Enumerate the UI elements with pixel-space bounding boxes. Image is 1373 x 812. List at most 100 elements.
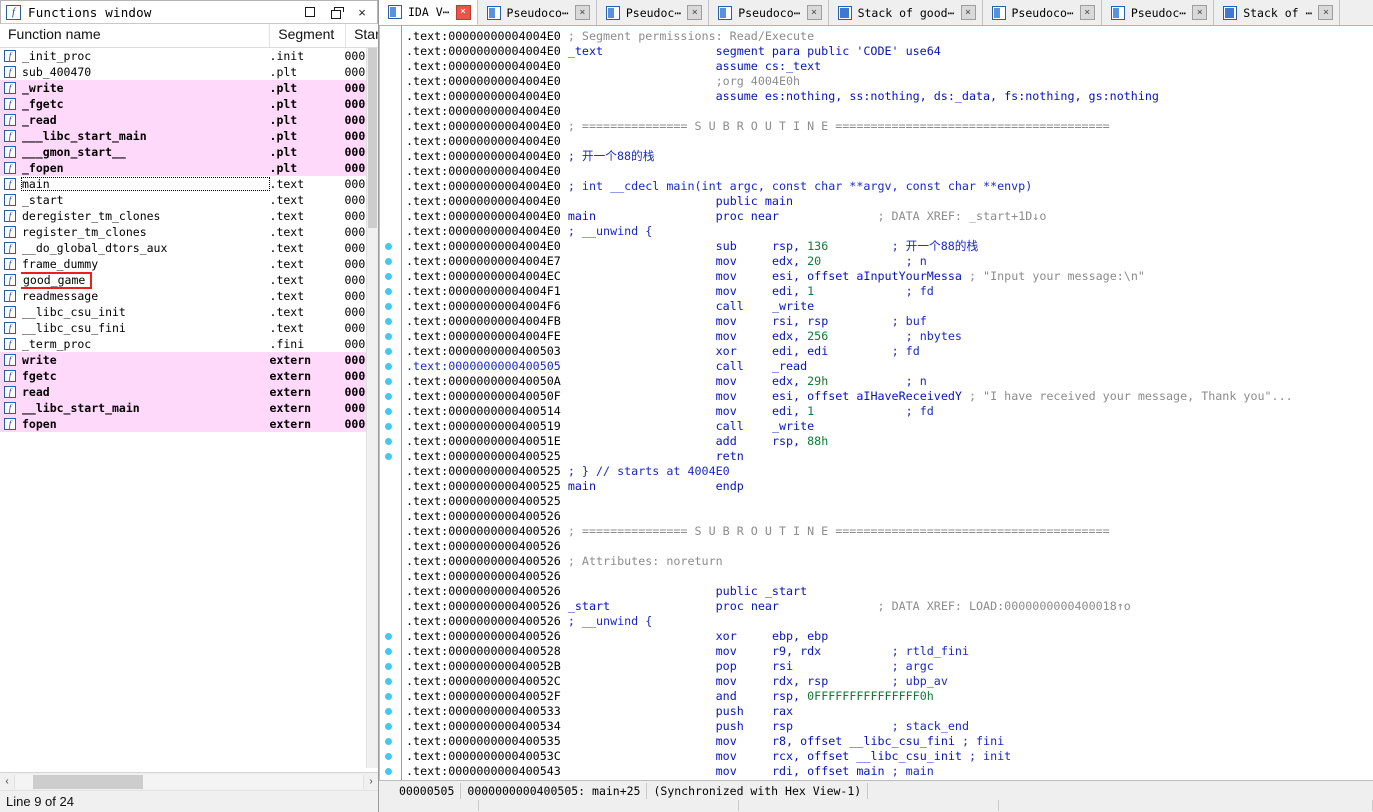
view-tab[interactable]: Pseudoco⋯× <box>983 0 1102 25</box>
disassembly-view[interactable]: .text:00000000004004E0 ; Segment permiss… <box>379 26 1373 780</box>
disassembly-line[interactable]: .text:00000000004004FE mov edx, 256 ; nb… <box>406 329 1373 344</box>
column-header-start[interactable]: Star <box>346 24 378 47</box>
column-header-segment[interactable]: Segment <box>270 24 346 47</box>
disassembly-line[interactable]: .text:0000000000400535 mov r8, offset __… <box>406 734 1373 749</box>
view-tab[interactable]: Pseudoc⋯× <box>597 0 709 25</box>
disassembly-line[interactable]: .text:0000000000400526 ; __unwind { <box>406 614 1373 629</box>
scrollbar-segment[interactable] <box>739 800 999 811</box>
functions-list-horizontal-scrollbar[interactable]: ‹ › <box>0 772 378 790</box>
scrollbar-thumb-horizontal[interactable] <box>33 775 143 789</box>
table-row[interactable]: fsub_400470.plt0000 <box>0 64 378 80</box>
scroll-left-arrow-icon[interactable]: ‹ <box>0 776 14 787</box>
close-icon[interactable]: × <box>456 5 471 20</box>
disassembly-line[interactable]: .text:00000000004004EC mov esi, offset a… <box>406 269 1373 284</box>
disassembly-line[interactable]: .text:00000000004004E7 mov edx, 20 ; n <box>406 254 1373 269</box>
disassembly-line[interactable]: .text:000000000040054A call __libc_start… <box>406 779 1373 780</box>
disassembly-line[interactable]: .text:0000000000400503 xor edi, edi ; fd <box>406 344 1373 359</box>
disassembly-line[interactable]: .text:0000000000400533 push rax <box>406 704 1373 719</box>
column-header-function-name[interactable]: Function name <box>0 24 270 47</box>
disassembly-line[interactable]: .text:000000000040052F and rsp, 0FFFFFFF… <box>406 689 1373 704</box>
view-tab[interactable]: Stack of ⋯× <box>1214 0 1340 25</box>
close-icon[interactable]: × <box>687 5 702 20</box>
disassembly-line[interactable]: .text:0000000000400526 <box>406 509 1373 524</box>
table-row[interactable]: freadextern0000 <box>0 384 378 400</box>
disassembly-line[interactable]: .text:000000000040052B pop rsi ; argc <box>406 659 1373 674</box>
disassembly-line[interactable]: .text:000000000040053C mov rcx, offset _… <box>406 749 1373 764</box>
table-row[interactable]: f___libc_start_main.plt0000 <box>0 128 378 144</box>
table-row[interactable]: f_write.plt0000 <box>0 80 378 96</box>
scrollbar-segment[interactable] <box>999 800 1373 811</box>
disassembly-line[interactable]: .text:0000000000400505 call _read <box>406 359 1373 374</box>
disassembly-line[interactable]: .text:00000000004004E0 sub rsp, 136 ; 开一… <box>406 239 1373 254</box>
table-row[interactable]: f_term_proc.fini0000 <box>0 336 378 352</box>
disassembly-line[interactable]: .text:00000000004004E0 ; int __cdecl mai… <box>406 179 1373 194</box>
functions-list-vertical-scrollbar[interactable] <box>366 48 378 768</box>
disassembly-line[interactable]: .text:00000000004004E0 public main <box>406 194 1373 209</box>
functions-list[interactable]: f_init_proc.init0000fsub_400470.plt0000f… <box>0 48 378 772</box>
disassembly-line[interactable]: .text:0000000000400526 ; ===============… <box>406 524 1373 539</box>
disassembly-line[interactable]: .text:0000000000400534 push rsp ; stack_… <box>406 719 1373 734</box>
disassembly-line[interactable]: .text:0000000000400526 <box>406 539 1373 554</box>
table-row[interactable]: f___gmon_start__.plt0000 <box>0 144 378 160</box>
table-row[interactable]: fderegister_tm_clones.text0000 <box>0 208 378 224</box>
table-row[interactable]: fgood_game.text0000 <box>0 272 378 288</box>
table-row[interactable]: ffgetcextern0000 <box>0 368 378 384</box>
view-tab[interactable]: Pseudoc⋯× <box>1102 0 1214 25</box>
disassembly-line[interactable]: .text:00000000004004E0 <box>406 134 1373 149</box>
close-icon[interactable]: × <box>1080 5 1095 20</box>
close-icon[interactable]: × <box>961 5 976 20</box>
disassembly-line[interactable]: .text:00000000004004E0 _text segment par… <box>406 44 1373 59</box>
disassembly-horizontal-scrollbar[interactable] <box>379 800 1373 812</box>
disassembly-line[interactable]: .text:00000000004004E0 ; 开一个88的栈 <box>406 149 1373 164</box>
disassembly-line[interactable]: .text:0000000000400525 ; } // starts at … <box>406 464 1373 479</box>
table-row[interactable]: f_read.plt0000 <box>0 112 378 128</box>
disassembly-code[interactable]: .text:00000000004004E0 ; Segment permiss… <box>402 26 1373 780</box>
disassembly-line[interactable]: .text:0000000000400519 call _write <box>406 419 1373 434</box>
disassembly-line[interactable]: .text:0000000000400525 <box>406 494 1373 509</box>
disassembly-line[interactable]: .text:00000000004004E0 assume es:nothing… <box>406 89 1373 104</box>
table-row[interactable]: f__do_global_dtors_aux.text0000 <box>0 240 378 256</box>
table-row[interactable]: fregister_tm_clones.text0000 <box>0 224 378 240</box>
table-row[interactable]: freadmessage.text0000 <box>0 288 378 304</box>
table-row[interactable]: fframe_dummy.text0000 <box>0 256 378 272</box>
disassembly-line[interactable]: .text:0000000000400525 retn <box>406 449 1373 464</box>
table-row[interactable]: f__libc_csu_fini.text0000 <box>0 320 378 336</box>
disassembly-line[interactable]: .text:000000000040051E add rsp, 88h <box>406 434 1373 449</box>
scroll-right-arrow-icon[interactable]: › <box>364 776 378 787</box>
disassembly-line[interactable]: .text:0000000000400526 public _start <box>406 584 1373 599</box>
disassembly-line[interactable]: .text:00000000004004E0 assume cs:_text <box>406 59 1373 74</box>
disassembly-line[interactable]: .text:00000000004004E0 <box>406 104 1373 119</box>
close-icon[interactable]: × <box>807 5 822 20</box>
table-row[interactable]: fmain.text0000 <box>0 176 378 192</box>
disassembly-line[interactable]: .text:0000000000400514 mov edi, 1 ; fd <box>406 404 1373 419</box>
view-tab[interactable]: Pseudoco⋯× <box>709 0 828 25</box>
disassembly-line[interactable]: .text:00000000004004E0 ; ===============… <box>406 119 1373 134</box>
close-icon[interactable]: × <box>1318 5 1333 20</box>
table-row[interactable]: f_init_proc.init0000 <box>0 48 378 64</box>
disassembly-line[interactable]: .text:0000000000400528 mov r9, rdx ; rtl… <box>406 644 1373 659</box>
disassembly-line[interactable]: .text:00000000004004E0 ;org 4004E0h <box>406 74 1373 89</box>
table-row[interactable]: ffopenextern0000 <box>0 416 378 432</box>
disassembly-line[interactable]: .text:0000000000400525 main endp <box>406 479 1373 494</box>
view-tab[interactable]: Stack of good⋯× <box>829 0 983 25</box>
disassembly-line[interactable]: .text:000000000040050A mov edx, 29h ; n <box>406 374 1373 389</box>
table-row[interactable]: f__libc_start_mainextern0000 <box>0 400 378 416</box>
disassembly-line[interactable]: .text:00000000004004E0 main proc near ; … <box>406 209 1373 224</box>
close-icon[interactable]: × <box>575 5 590 20</box>
disassembly-line[interactable]: .text:0000000000400526 ; Attributes: nor… <box>406 554 1373 569</box>
disassembly-line[interactable]: .text:000000000040050F mov esi, offset a… <box>406 389 1373 404</box>
close-button[interactable]: × <box>349 1 375 23</box>
disassembly-line[interactable]: .text:00000000004004E0 <box>406 164 1373 179</box>
disassembly-line[interactable]: .text:00000000004004E0 ; __unwind { <box>406 224 1373 239</box>
scrollbar-segment[interactable] <box>479 800 739 811</box>
view-tab[interactable]: IDA V⋯× <box>379 0 478 25</box>
view-tab[interactable]: Pseudoco⋯× <box>478 0 597 25</box>
disassembly-line[interactable]: .text:0000000000400526 <box>406 569 1373 584</box>
scrollbar-track[interactable] <box>14 775 364 789</box>
disassembly-line[interactable]: .text:00000000004004F1 mov edi, 1 ; fd <box>406 284 1373 299</box>
disassembly-line[interactable]: .text:0000000000400543 mov rdi, offset m… <box>406 764 1373 779</box>
close-icon[interactable]: × <box>1192 5 1207 20</box>
disassembly-line[interactable]: .text:0000000000400526 _start proc near … <box>406 599 1373 614</box>
disassembly-line[interactable]: .text:00000000004004F6 call _write <box>406 299 1373 314</box>
view-tab-bar[interactable]: IDA V⋯×Pseudoco⋯×Pseudoc⋯×Pseudoco⋯×Stac… <box>379 0 1373 26</box>
